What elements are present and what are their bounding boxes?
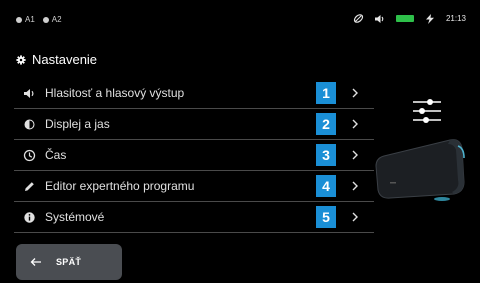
indicator-a2: A2 — [42, 15, 62, 24]
arrow-left-icon — [30, 258, 41, 266]
number-badge: 2 — [316, 113, 336, 135]
indicator-label: A2 — [51, 15, 62, 24]
menu-item-system[interactable]: Systémové 5 — [14, 202, 374, 233]
brightness-icon — [22, 117, 36, 131]
chevron-right-icon — [352, 119, 358, 129]
indicator-group: A1 A2 — [16, 15, 70, 24]
page-title-text: Nastavenie — [32, 52, 98, 67]
page-title: Nastavenie — [16, 52, 97, 67]
gear-icon — [16, 54, 26, 65]
status-bar: A1 A2 21:13 — [0, 0, 480, 40]
device-image — [375, 139, 465, 201]
back-button[interactable]: SPÄŤ — [16, 244, 122, 280]
dot-icon — [16, 16, 22, 23]
indicator-label: A1 — [25, 15, 35, 24]
menu-item-label: Editor expertného programu — [45, 179, 195, 193]
menu-item-expert-editor[interactable]: Editor expertného programu 4 — [14, 171, 374, 202]
status-icons: 21:13 — [343, 13, 466, 24]
number-badge: 4 — [316, 175, 336, 197]
chevron-right-icon — [352, 150, 358, 160]
chevron-right-icon — [352, 212, 358, 222]
speaker-icon — [374, 14, 386, 24]
menu-item-time[interactable]: Čas 3 — [14, 140, 374, 171]
chevron-right-icon — [352, 88, 358, 98]
back-button-label: SPÄŤ — [56, 257, 82, 267]
sliders-icon — [413, 99, 441, 123]
dot-icon — [42, 16, 49, 23]
speaker-icon — [22, 86, 36, 100]
pencil-icon — [22, 179, 36, 193]
charging-icon — [424, 13, 436, 24]
info-icon — [22, 210, 36, 224]
menu-item-volume[interactable]: Hlasitosť a hlasový výstup 1 — [14, 78, 374, 109]
menu-item-label: Systémové — [45, 210, 105, 224]
battery-icon — [395, 15, 414, 22]
menu-item-label: Hlasitosť a hlasový výstup — [45, 86, 185, 100]
number-badge: 3 — [316, 144, 336, 166]
leaf-icon — [353, 13, 364, 24]
settings-menu: Hlasitosť a hlasový výstup 1 Displej a j… — [14, 78, 374, 233]
chevron-right-icon — [352, 181, 358, 191]
clock-time: 21:13 — [445, 14, 466, 23]
indicator-a1: A1 — [16, 15, 35, 24]
menu-item-label: Displej a jas — [45, 117, 110, 131]
number-badge: 1 — [316, 82, 336, 104]
menu-item-label: Čas — [45, 148, 67, 162]
clock-icon — [22, 148, 36, 162]
number-badge: 5 — [316, 206, 336, 228]
menu-item-display[interactable]: Displej a jas 2 — [14, 109, 374, 140]
